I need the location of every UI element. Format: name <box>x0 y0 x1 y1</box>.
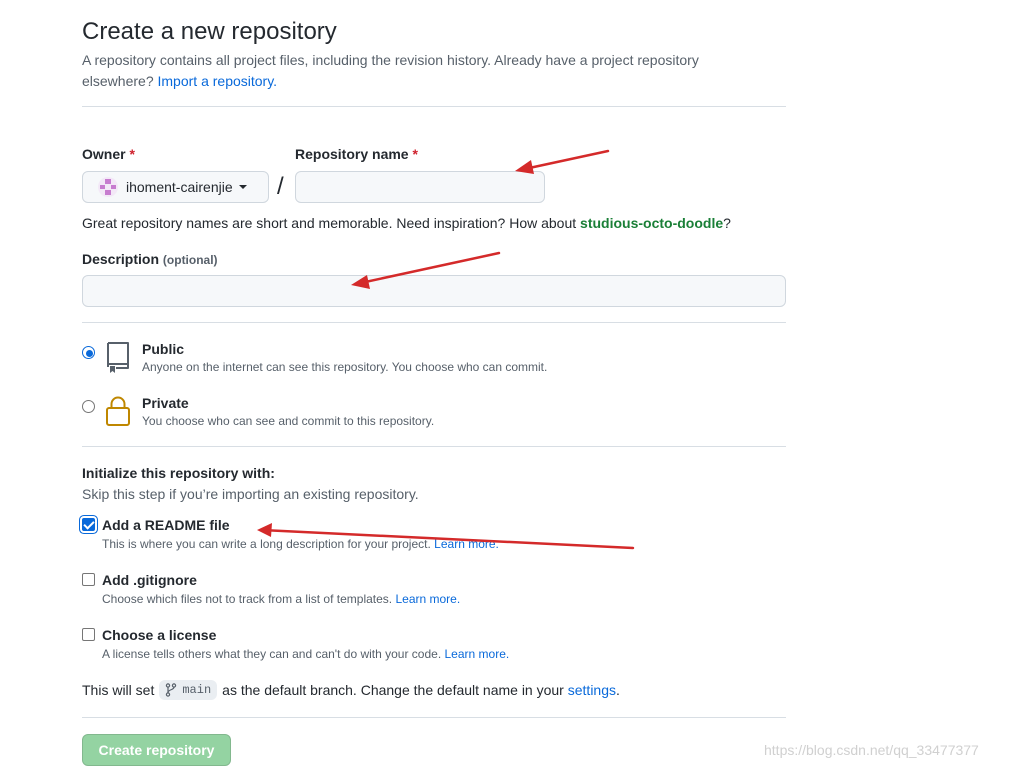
branch-chip: main <box>159 680 218 700</box>
branch-suffix: . <box>616 682 620 698</box>
repo-name-label-text: Repository name <box>295 146 409 162</box>
license-desc-text: A license tells others what they can and… <box>102 647 442 661</box>
page-title: Create a new repository <box>82 18 337 45</box>
owner-label-text: Owner <box>82 146 126 162</box>
private-radio[interactable] <box>82 400 95 413</box>
gitignore-desc-text: Choose which files not to track from a l… <box>102 592 393 606</box>
watermark: https://blog.csdn.net/qq_33477377 <box>764 742 979 758</box>
branch-name: main <box>182 683 212 697</box>
divider <box>82 446 786 447</box>
repo-icon <box>104 340 132 374</box>
init-description: Skip this step if you’re importing an ex… <box>82 486 419 502</box>
owner-label: Owner * <box>82 146 135 162</box>
owner-repo-separator: / <box>277 173 284 200</box>
init-title: Initialize this repository with: <box>82 465 275 481</box>
annotation-arrow-repo-name <box>518 149 610 172</box>
license-description: A license tells others what they can and… <box>102 647 509 661</box>
license-checkbox[interactable] <box>82 628 95 641</box>
license-learn-more-link[interactable]: Learn more. <box>445 647 510 661</box>
public-title: Public <box>142 341 185 357</box>
gitignore-description: Choose which files not to track from a l… <box>102 592 460 606</box>
public-radio[interactable] <box>82 346 95 359</box>
private-title: Private <box>142 395 189 411</box>
gitignore-title: Add .gitignore <box>102 572 197 588</box>
owner-required-mark: * <box>129 146 135 162</box>
owner-dropdown[interactable]: ihoment-cairenjie <box>82 171 269 203</box>
branch-prefix: This will set <box>82 682 155 698</box>
readme-checkbox[interactable] <box>82 518 95 531</box>
hint-text: Great repository names are short and mem… <box>82 215 577 231</box>
create-repository-button[interactable]: Create repository <box>82 734 231 766</box>
repo-name-hint: Great repository names are short and mem… <box>82 213 731 233</box>
readme-title: Add a README file <box>102 517 230 533</box>
license-title: Choose a license <box>102 627 217 643</box>
private-description: You choose who can see and commit to thi… <box>142 414 435 428</box>
git-branch-icon <box>166 683 177 697</box>
default-branch-note: This will set main as the default branch… <box>82 680 620 700</box>
readme-description: This is where you can write a long descr… <box>102 537 499 551</box>
public-description: Anyone on the internet can see this repo… <box>142 360 548 374</box>
lock-icon <box>104 394 132 428</box>
hint-suffix: ? <box>723 215 731 231</box>
owner-name: ihoment-cairenjie <box>126 179 233 195</box>
divider <box>82 717 786 718</box>
divider <box>82 322 786 323</box>
gitignore-checkbox[interactable] <box>82 573 95 586</box>
caret-down-icon <box>238 185 247 189</box>
identicon-avatar-icon <box>98 177 118 197</box>
repository-name-input[interactable] <box>295 171 545 203</box>
divider <box>82 106 786 107</box>
description-input[interactable] <box>82 275 786 307</box>
branch-middle-text: as the default branch. Change the defaul… <box>222 682 564 698</box>
gitignore-learn-more-link[interactable]: Learn more. <box>395 592 460 606</box>
readme-desc-text: This is where you can write a long descr… <box>102 537 431 551</box>
description-label-text: Description <box>82 251 160 267</box>
repo-name-label: Repository name * <box>295 146 418 162</box>
import-repository-link[interactable]: Import a repository. <box>158 73 278 89</box>
readme-learn-more-link[interactable]: Learn more. <box>434 537 499 551</box>
page-subtitle: A repository contains all project files,… <box>82 50 762 92</box>
repo-name-required-mark: * <box>412 146 418 162</box>
settings-link[interactable]: settings <box>568 680 616 700</box>
optional-tag: (optional) <box>162 253 218 267</box>
name-suggestion-link[interactable]: studious-octo-doodle <box>580 215 723 231</box>
description-label: Description (optional) <box>82 251 218 267</box>
